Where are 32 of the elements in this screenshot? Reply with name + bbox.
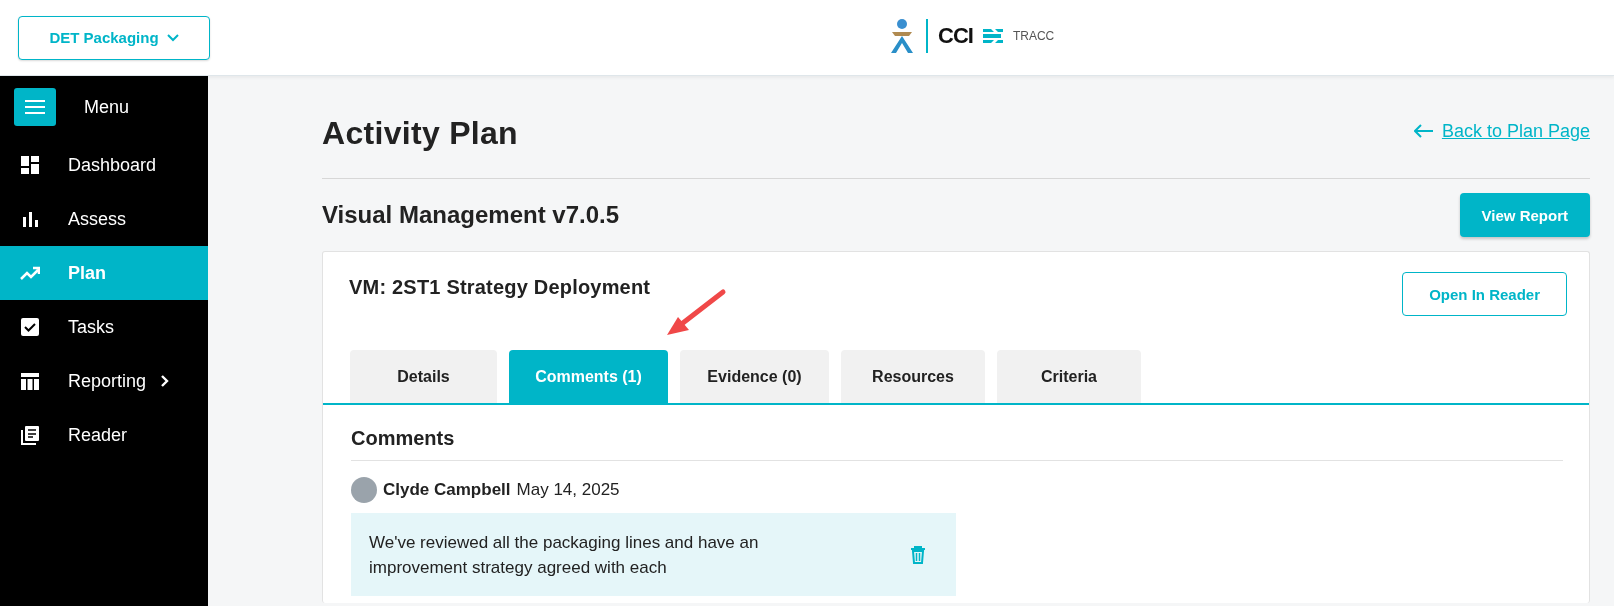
sidebar-item[interactable]: Reporting <box>0 354 208 408</box>
comment-text: We've reviewed all the packaging lines and have an improvement strategy agreed with each <box>369 531 760 579</box>
tab[interactable]: Evidence (0) <box>680 350 829 403</box>
activity-title: VM: 2ST1 Strategy Deployment <box>349 275 651 299</box>
logo-brand-text: CCI <box>938 23 973 49</box>
delete-icon[interactable] <box>910 545 926 564</box>
checkbox-icon <box>20 317 40 337</box>
menu-icon <box>25 100 45 114</box>
comment-date: May 14, 2025 <box>516 480 620 500</box>
tab[interactable]: Criteria <box>997 350 1141 403</box>
arrow-left-icon <box>1413 124 1434 138</box>
tab[interactable]: Details <box>350 350 497 403</box>
logo-stripes-icon <box>982 28 1003 44</box>
logo-product-text: TRACC <box>1012 29 1055 43</box>
page-title: Activity Plan <box>322 113 518 152</box>
menu-label: Menu <box>84 96 130 118</box>
dashboard-icon <box>20 155 40 175</box>
tab[interactable]: Resources <box>841 350 985 403</box>
document-icon <box>20 425 40 445</box>
menu-button[interactable] <box>14 88 56 126</box>
table-icon <box>20 371 40 391</box>
section-title: Comments <box>351 405 1563 461</box>
avatar <box>351 477 377 503</box>
plan-name: Visual Management v7.0.5 <box>322 201 620 229</box>
chevron-down-icon <box>166 33 179 42</box>
comment-author: Clyde Campbell <box>383 480 511 500</box>
sidebar-item[interactable]: Dashboard <box>0 138 208 192</box>
logo-figure-icon <box>888 18 916 54</box>
sidebar-item[interactable]: Tasks <box>0 300 208 354</box>
sidebar-item[interactable]: Assess <box>0 192 208 246</box>
sidebar-item[interactable]: Reader <box>0 408 208 462</box>
bar-chart-icon <box>20 209 40 229</box>
